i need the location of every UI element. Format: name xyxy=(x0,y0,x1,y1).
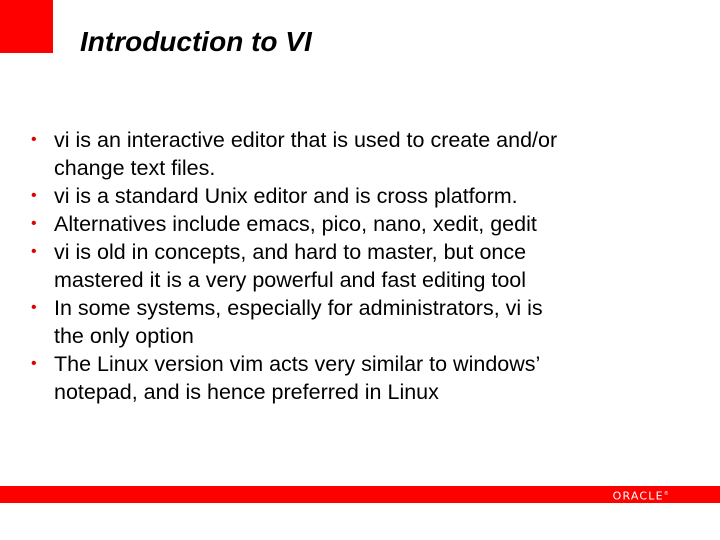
bullet-icon: • xyxy=(31,243,37,260)
bullet-list: • vi is an interactive editor that is us… xyxy=(0,126,720,406)
bullet-line: The Linux version vim acts very similar … xyxy=(54,352,541,376)
oracle-logo: ORACLE® xyxy=(613,487,670,504)
bullet-item: • vi is a standard Unix editor and is cr… xyxy=(0,182,654,210)
corner-accent-square xyxy=(0,0,53,53)
bullet-line: vi is an interactive editor that is used… xyxy=(54,128,558,152)
bullet-line: vi is old in concepts, and hard to maste… xyxy=(54,240,527,264)
bullet-item: • Alternatives include emacs, pico, nano… xyxy=(0,210,654,238)
bullet-item: • The Linux version vim acts very simila… xyxy=(0,350,654,406)
bullet-icon: • xyxy=(31,187,37,204)
bullet-line: In some systems, especially for administ… xyxy=(54,296,543,320)
bullet-item: • vi is an interactive editor that is us… xyxy=(0,126,654,182)
bullet-line: mastered it is a very powerful and fast … xyxy=(54,268,527,292)
bullet-icon: • xyxy=(31,299,37,316)
bullet-icon: • xyxy=(31,131,37,148)
bullet-item: • vi is old in concepts, and hard to mas… xyxy=(0,238,654,294)
bullet-item: • In some systems, especially for admini… xyxy=(0,294,654,350)
slide-title: Introduction to VI xyxy=(80,26,312,57)
bullet-line: the only option xyxy=(54,324,194,348)
registered-mark: ® xyxy=(663,491,670,497)
bullet-line: notepad, and is hence preferred in Linux xyxy=(54,380,439,404)
bullet-icon: • xyxy=(31,215,37,232)
bullet-icon: • xyxy=(31,355,37,372)
bullet-line: vi is a standard Unix editor and is cros… xyxy=(54,184,518,208)
oracle-logo-text: ORACLE xyxy=(612,489,664,503)
bullet-line: change text files. xyxy=(54,156,216,180)
bullet-line: Alternatives include emacs, pico, nano, … xyxy=(54,212,537,236)
